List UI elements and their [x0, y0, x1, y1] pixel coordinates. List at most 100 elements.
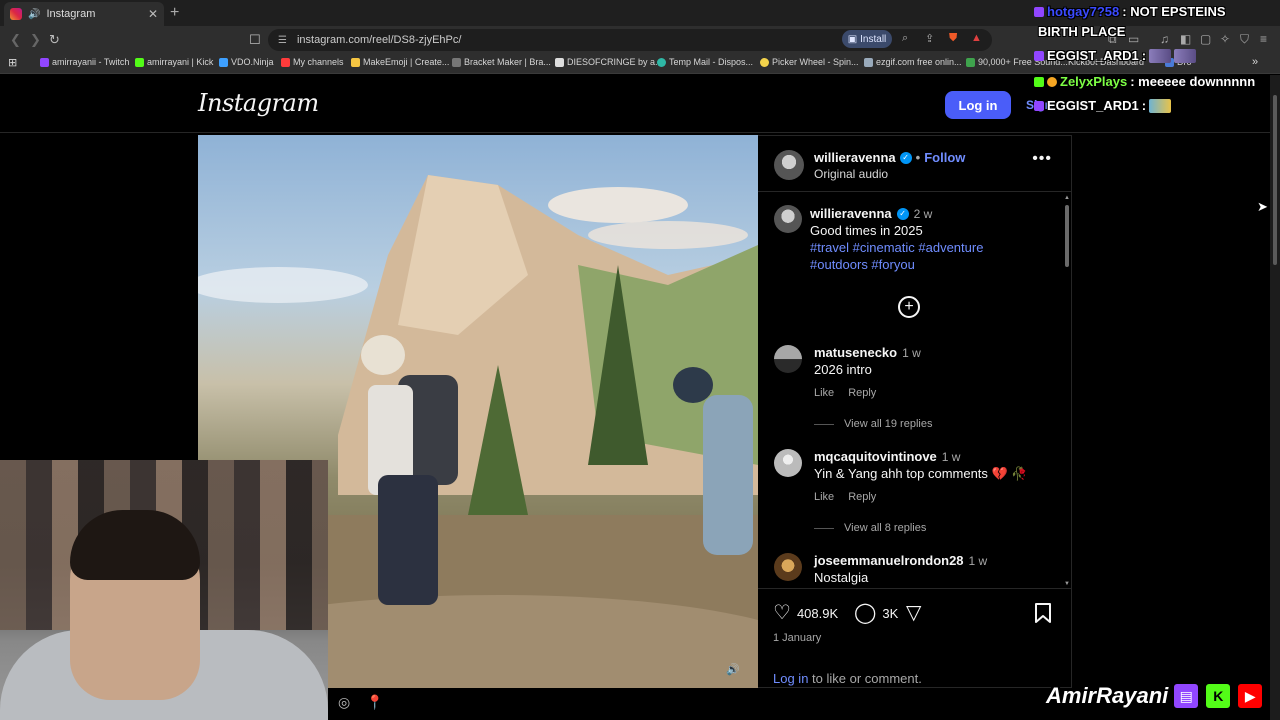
load-more-comments-icon[interactable]: +: [898, 296, 920, 318]
caption-hashtags-line1[interactable]: #travel #cinematic #adventure: [810, 240, 983, 255]
follow-button[interactable]: Follow: [924, 150, 965, 165]
brave-rewards-icon[interactable]: ▲: [971, 32, 982, 44]
commenter-username[interactable]: matusenecko: [814, 345, 897, 360]
wallet-card-icon[interactable]: ▢: [1200, 32, 1211, 46]
login-prompt-text: to like or comment.: [808, 671, 922, 686]
commenter-username[interactable]: joseemmanuelrondon28: [814, 553, 964, 568]
post-actions: ♡ 408.9K ◯ 3K ▽ 1 January Log in to like…: [758, 588, 1072, 688]
original-audio-link[interactable]: Original audio: [814, 167, 888, 181]
comments-list[interactable]: willieravenna ✓ 2 w Good times in 2025 #…: [758, 193, 1072, 587]
view-replies-label[interactable]: View all 8 replies: [844, 522, 926, 534]
vpn-icon[interactable]: ⛉: [1240, 32, 1249, 47]
chat-text: BIRTH PLACE: [1038, 24, 1126, 39]
caption-avatar[interactable]: [774, 205, 802, 233]
login-button[interactable]: Log in: [945, 91, 1011, 119]
comments-scroll-thumb[interactable]: [1065, 205, 1069, 267]
verified-badge-icon: ✓: [899, 151, 912, 164]
pixabay-icon: [966, 57, 975, 67]
caption-username[interactable]: willieravenna: [810, 206, 892, 221]
bookmark-ezgif[interactable]: ezgif.com free onlin...: [864, 57, 962, 67]
post-author: willieravenna ✓ • Follow: [814, 150, 965, 165]
commenter-username[interactable]: mqcaquitovintinove: [814, 449, 937, 464]
bookmark-bracket-maker[interactable]: Bracket Maker | Bra...: [452, 57, 551, 67]
makeemoji-icon: [351, 57, 360, 67]
tab-close-icon[interactable]: ✕: [148, 7, 158, 21]
chat-text: : NOT EPSTEINS: [1122, 4, 1226, 19]
comment-header: joseemmanuelrondon28 1 w: [814, 553, 987, 568]
chat-username: hotgay7?58: [1047, 4, 1120, 19]
page-scroll-thumb[interactable]: [1273, 95, 1277, 265]
media-icon[interactable]: ♫: [1160, 32, 1169, 46]
back-icon[interactable]: ❮: [10, 32, 21, 48]
diesofcringe-icon: [555, 57, 564, 67]
bookmark-kick[interactable]: amirrayani | Kick: [135, 57, 213, 67]
zoom-icon[interactable]: ⌕: [902, 32, 908, 45]
more-options-icon[interactable]: •••: [1032, 150, 1052, 168]
twitch-badge-icon: [1034, 6, 1044, 17]
author-username[interactable]: willieravenna: [814, 150, 896, 165]
comment-like-button[interactable]: Like: [814, 491, 834, 503]
bookmark-label: amirrayanii - Twitch: [52, 57, 130, 67]
share-icon[interactable]: ⇪: [925, 32, 934, 45]
wallet-icon[interactable]: ▭: [1128, 32, 1139, 46]
chat-text: : meeeee downnnnn: [1130, 74, 1256, 89]
save-action[interactable]: [1034, 603, 1052, 623]
comment-like-button[interactable]: Like: [814, 387, 834, 399]
bookmark-label: Temp Mail - Dispos...: [669, 57, 754, 67]
brave-shield-icon[interactable]: ⛊: [949, 32, 957, 45]
instagram-logo[interactable]: Instagram: [198, 89, 319, 117]
view-replies[interactable]: View all 8 replies: [814, 522, 926, 534]
picker-wheel-icon: [760, 57, 769, 67]
install-app-button[interactable]: ▣ Install: [842, 30, 892, 48]
bookmark-temp-mail[interactable]: Temp Mail - Dispos...: [657, 57, 753, 67]
bookmark-save-icon[interactable]: [1034, 603, 1052, 623]
bookmark-twitch[interactable]: amirrayanii - Twitch: [40, 57, 129, 67]
bookmark-page-icon[interactable]: ☐: [249, 32, 261, 48]
comment-reply-button[interactable]: Reply: [848, 491, 876, 503]
commenter-avatar[interactable]: [774, 449, 802, 477]
comment-text: 2026 intro: [814, 362, 872, 377]
apps-grid-icon[interactable]: ⊞: [8, 56, 17, 69]
scroll-down-icon[interactable]: ▼: [1064, 581, 1070, 587]
overlay-icon: ◎: [338, 694, 351, 710]
sidebar-icon[interactable]: ◧: [1180, 32, 1191, 46]
kick-icon: [135, 57, 144, 67]
page-scrollbar[interactable]: [1270, 75, 1280, 720]
more-bookmarks-icon[interactable]: »: [1252, 56, 1258, 68]
commenter-avatar[interactable]: [774, 345, 802, 373]
send-icon[interactable]: ▽: [906, 603, 921, 623]
bookmark-makeemoji[interactable]: MakeEmoji | Create...: [351, 57, 449, 67]
site-info-icon[interactable]: ☰: [278, 35, 287, 46]
separator-dot: •: [915, 150, 921, 165]
comment-reply-button[interactable]: Reply: [848, 387, 876, 399]
like-action[interactable]: ♡ 408.9K: [773, 603, 838, 623]
new-tab-icon[interactable]: +: [170, 4, 179, 22]
menu-icon[interactable]: ≡: [1260, 32, 1267, 46]
bookmark-vdo-ninja[interactable]: VDO.Ninja: [219, 57, 274, 67]
share-action[interactable]: ▽: [906, 603, 921, 623]
login-prompt-link[interactable]: Log in: [773, 671, 808, 686]
caption-hashtags-line2[interactable]: #outdoors #foryou: [810, 257, 915, 272]
replies-divider: [814, 423, 834, 425]
comment-action[interactable]: ◯ 3K: [854, 603, 898, 623]
comments-scrollbar[interactable]: ▲ ▼: [1064, 195, 1070, 587]
vdo-ninja-icon: [219, 57, 228, 67]
reload-icon[interactable]: ↻: [49, 32, 60, 48]
leo-ai-icon[interactable]: ✧: [1220, 32, 1230, 46]
view-replies[interactable]: View all 19 replies: [814, 418, 932, 430]
commenter-avatar[interactable]: [774, 553, 802, 581]
view-replies-label[interactable]: View all 19 replies: [844, 418, 932, 430]
bookmark-label: My channels: [293, 57, 344, 67]
bookmark-picker-wheel[interactable]: Picker Wheel - Spin...: [760, 57, 859, 67]
author-avatar[interactable]: [774, 150, 804, 180]
forward-icon[interactable]: ❯: [30, 32, 41, 48]
bookmark-label: DIESOFCRINGE by a...: [567, 57, 663, 67]
bookmark-diesofcringe[interactable]: DIESOFCRINGE by a...: [555, 57, 663, 67]
comment-bubble-icon[interactable]: ◯: [854, 603, 876, 623]
tab-audio-icon[interactable]: 🔊: [28, 9, 40, 20]
heart-icon[interactable]: ♡: [773, 603, 791, 623]
mute-icon[interactable]: 🔊: [726, 663, 740, 676]
bookmark-my-channels[interactable]: My channels: [281, 57, 344, 67]
browser-tab-instagram[interactable]: 🔊 Instagram ✕: [4, 2, 164, 26]
scroll-up-icon[interactable]: ▲: [1064, 195, 1070, 201]
